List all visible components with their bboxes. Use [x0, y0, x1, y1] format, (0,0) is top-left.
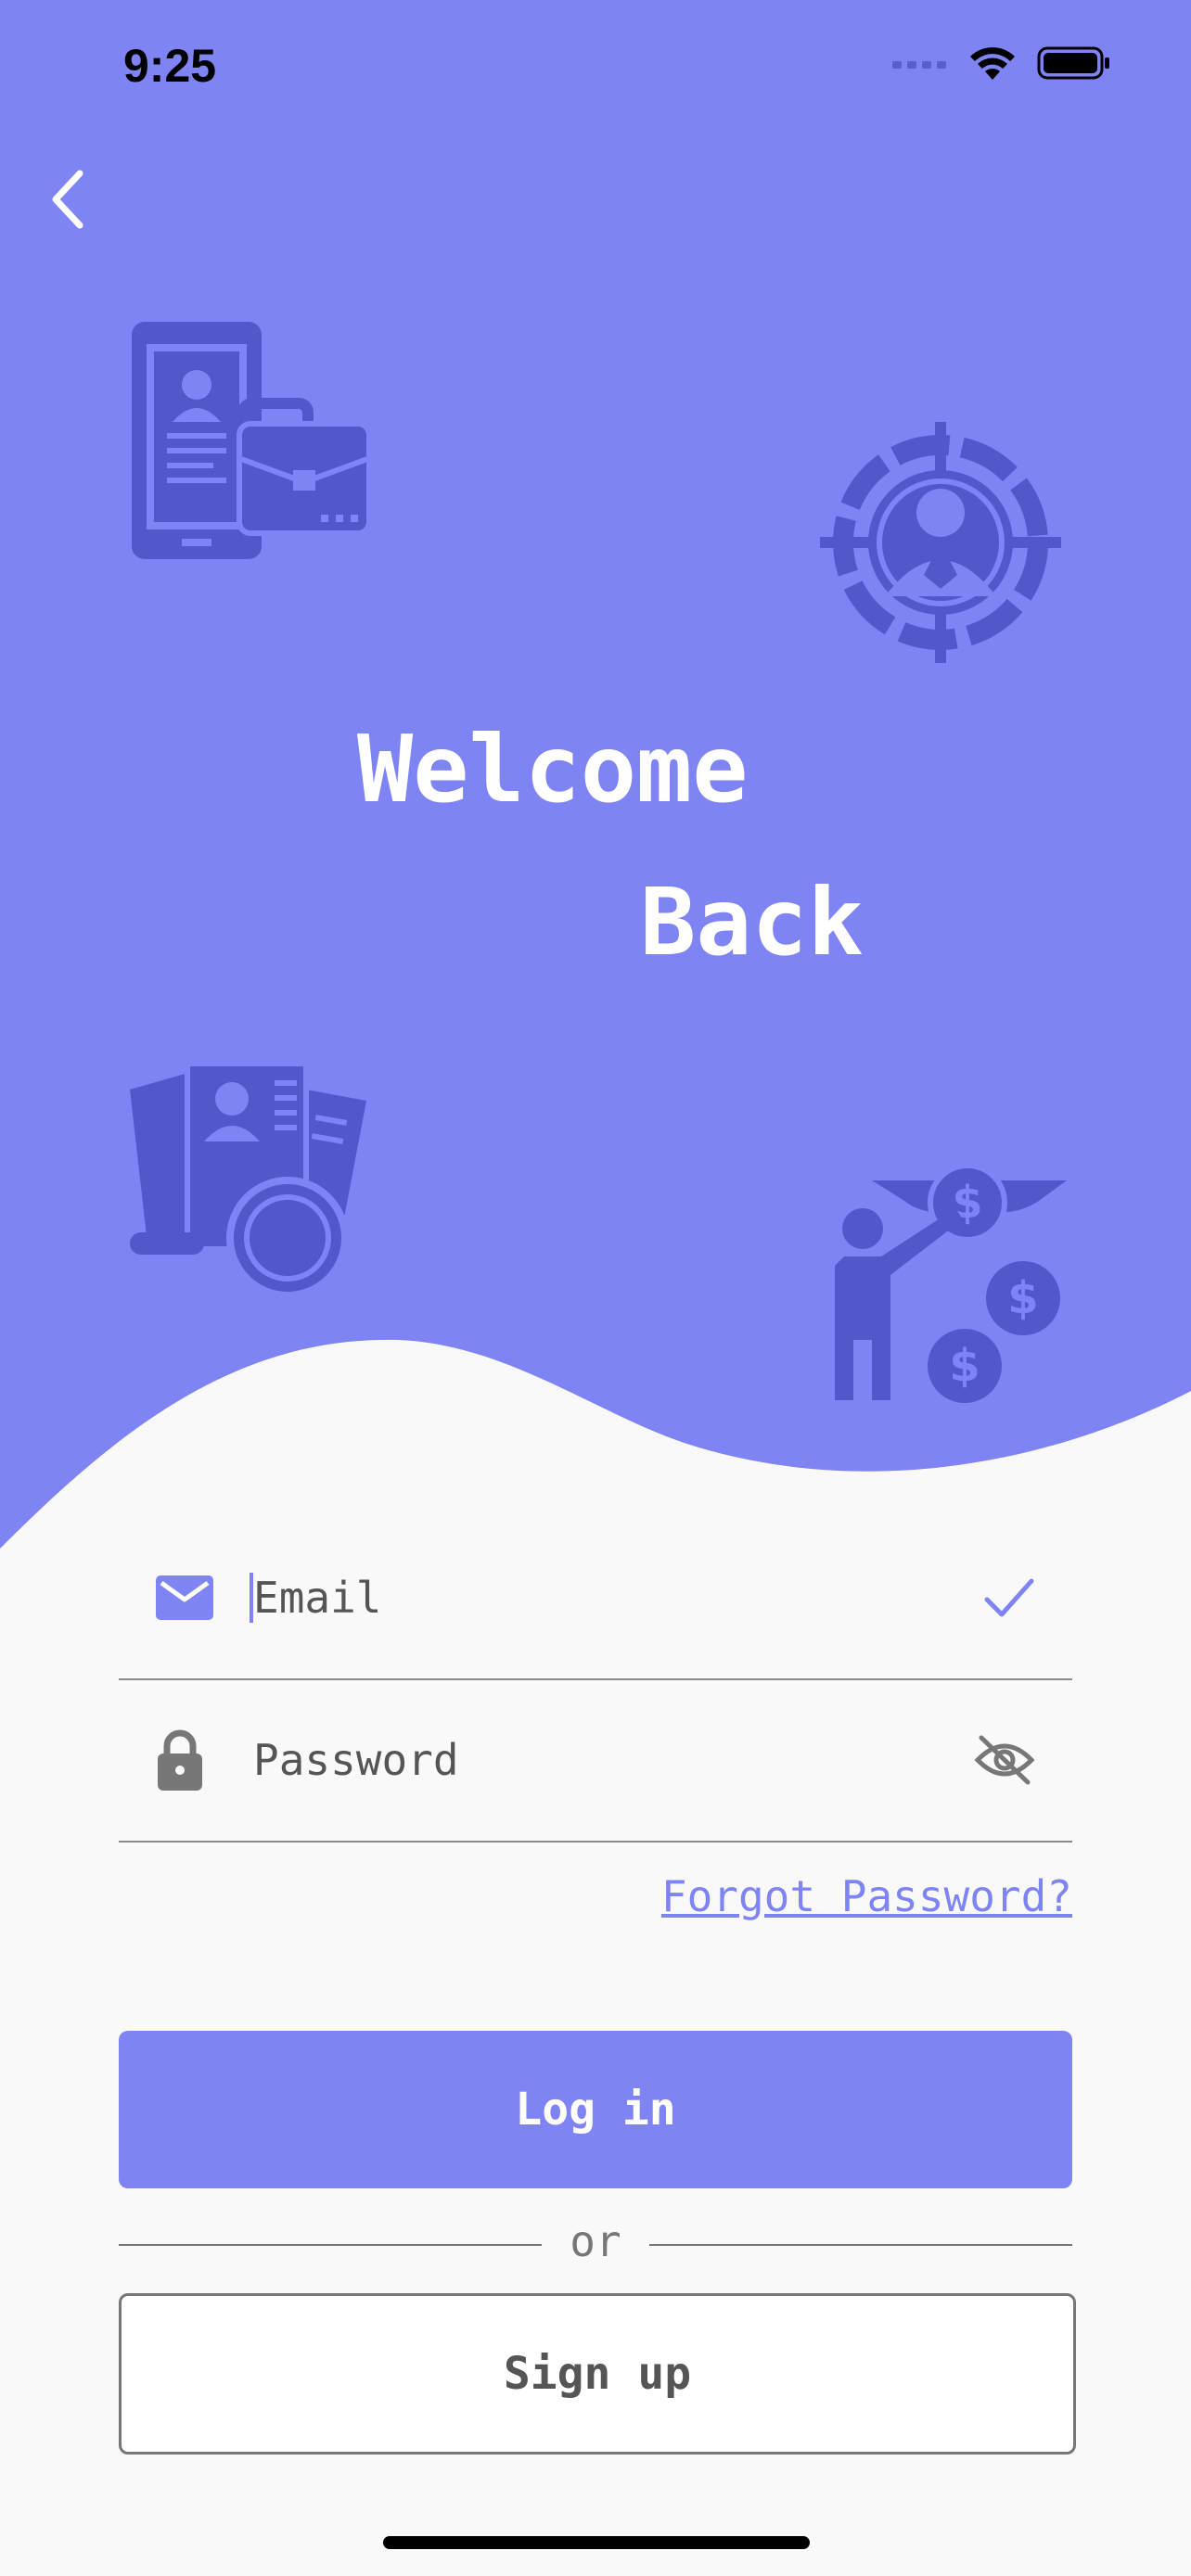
status-icons — [892, 45, 1111, 82]
welcome-title-line2: Back — [640, 868, 864, 976]
welcome-title-line1: Welcome — [357, 715, 749, 823]
back-chevron-icon[interactable] — [41, 162, 96, 236]
candidate-search-icon — [130, 1062, 366, 1299]
home-indicator[interactable] — [383, 2536, 810, 2549]
battery-icon — [1037, 46, 1109, 80]
login-button[interactable]: Log in — [119, 2031, 1072, 2188]
password-field[interactable]: Password — [119, 1678, 1072, 1843]
divider-line-right — [649, 2244, 1072, 2246]
eye-off-icon[interactable] — [974, 1734, 1035, 1786]
wifi-icon — [970, 47, 1015, 80]
status-time: 9:25 — [123, 40, 217, 92]
phone-briefcase-icon — [132, 322, 371, 559]
signup-button[interactable]: Sign up — [119, 2293, 1076, 2455]
lock-icon — [158, 1729, 202, 1791]
cellular-signal-icon — [892, 61, 946, 69]
investor-coins-icon: $ $ $ — [835, 1164, 1067, 1403]
mail-icon — [156, 1575, 213, 1620]
email-field[interactable]: Email — [119, 1516, 1072, 1680]
or-label: or — [570, 2216, 621, 2266]
password-placeholder: Password — [253, 1734, 459, 1785]
forgot-password-link[interactable]: Forgot Password? — [661, 1871, 1072, 1921]
target-person-icon — [820, 422, 1061, 663]
svg-text:$: $ — [1007, 1272, 1038, 1324]
or-divider: or — [119, 2216, 1072, 2272]
svg-text:$: $ — [949, 1340, 980, 1392]
email-placeholder: Email — [253, 1572, 382, 1623]
check-icon — [984, 1578, 1034, 1616]
